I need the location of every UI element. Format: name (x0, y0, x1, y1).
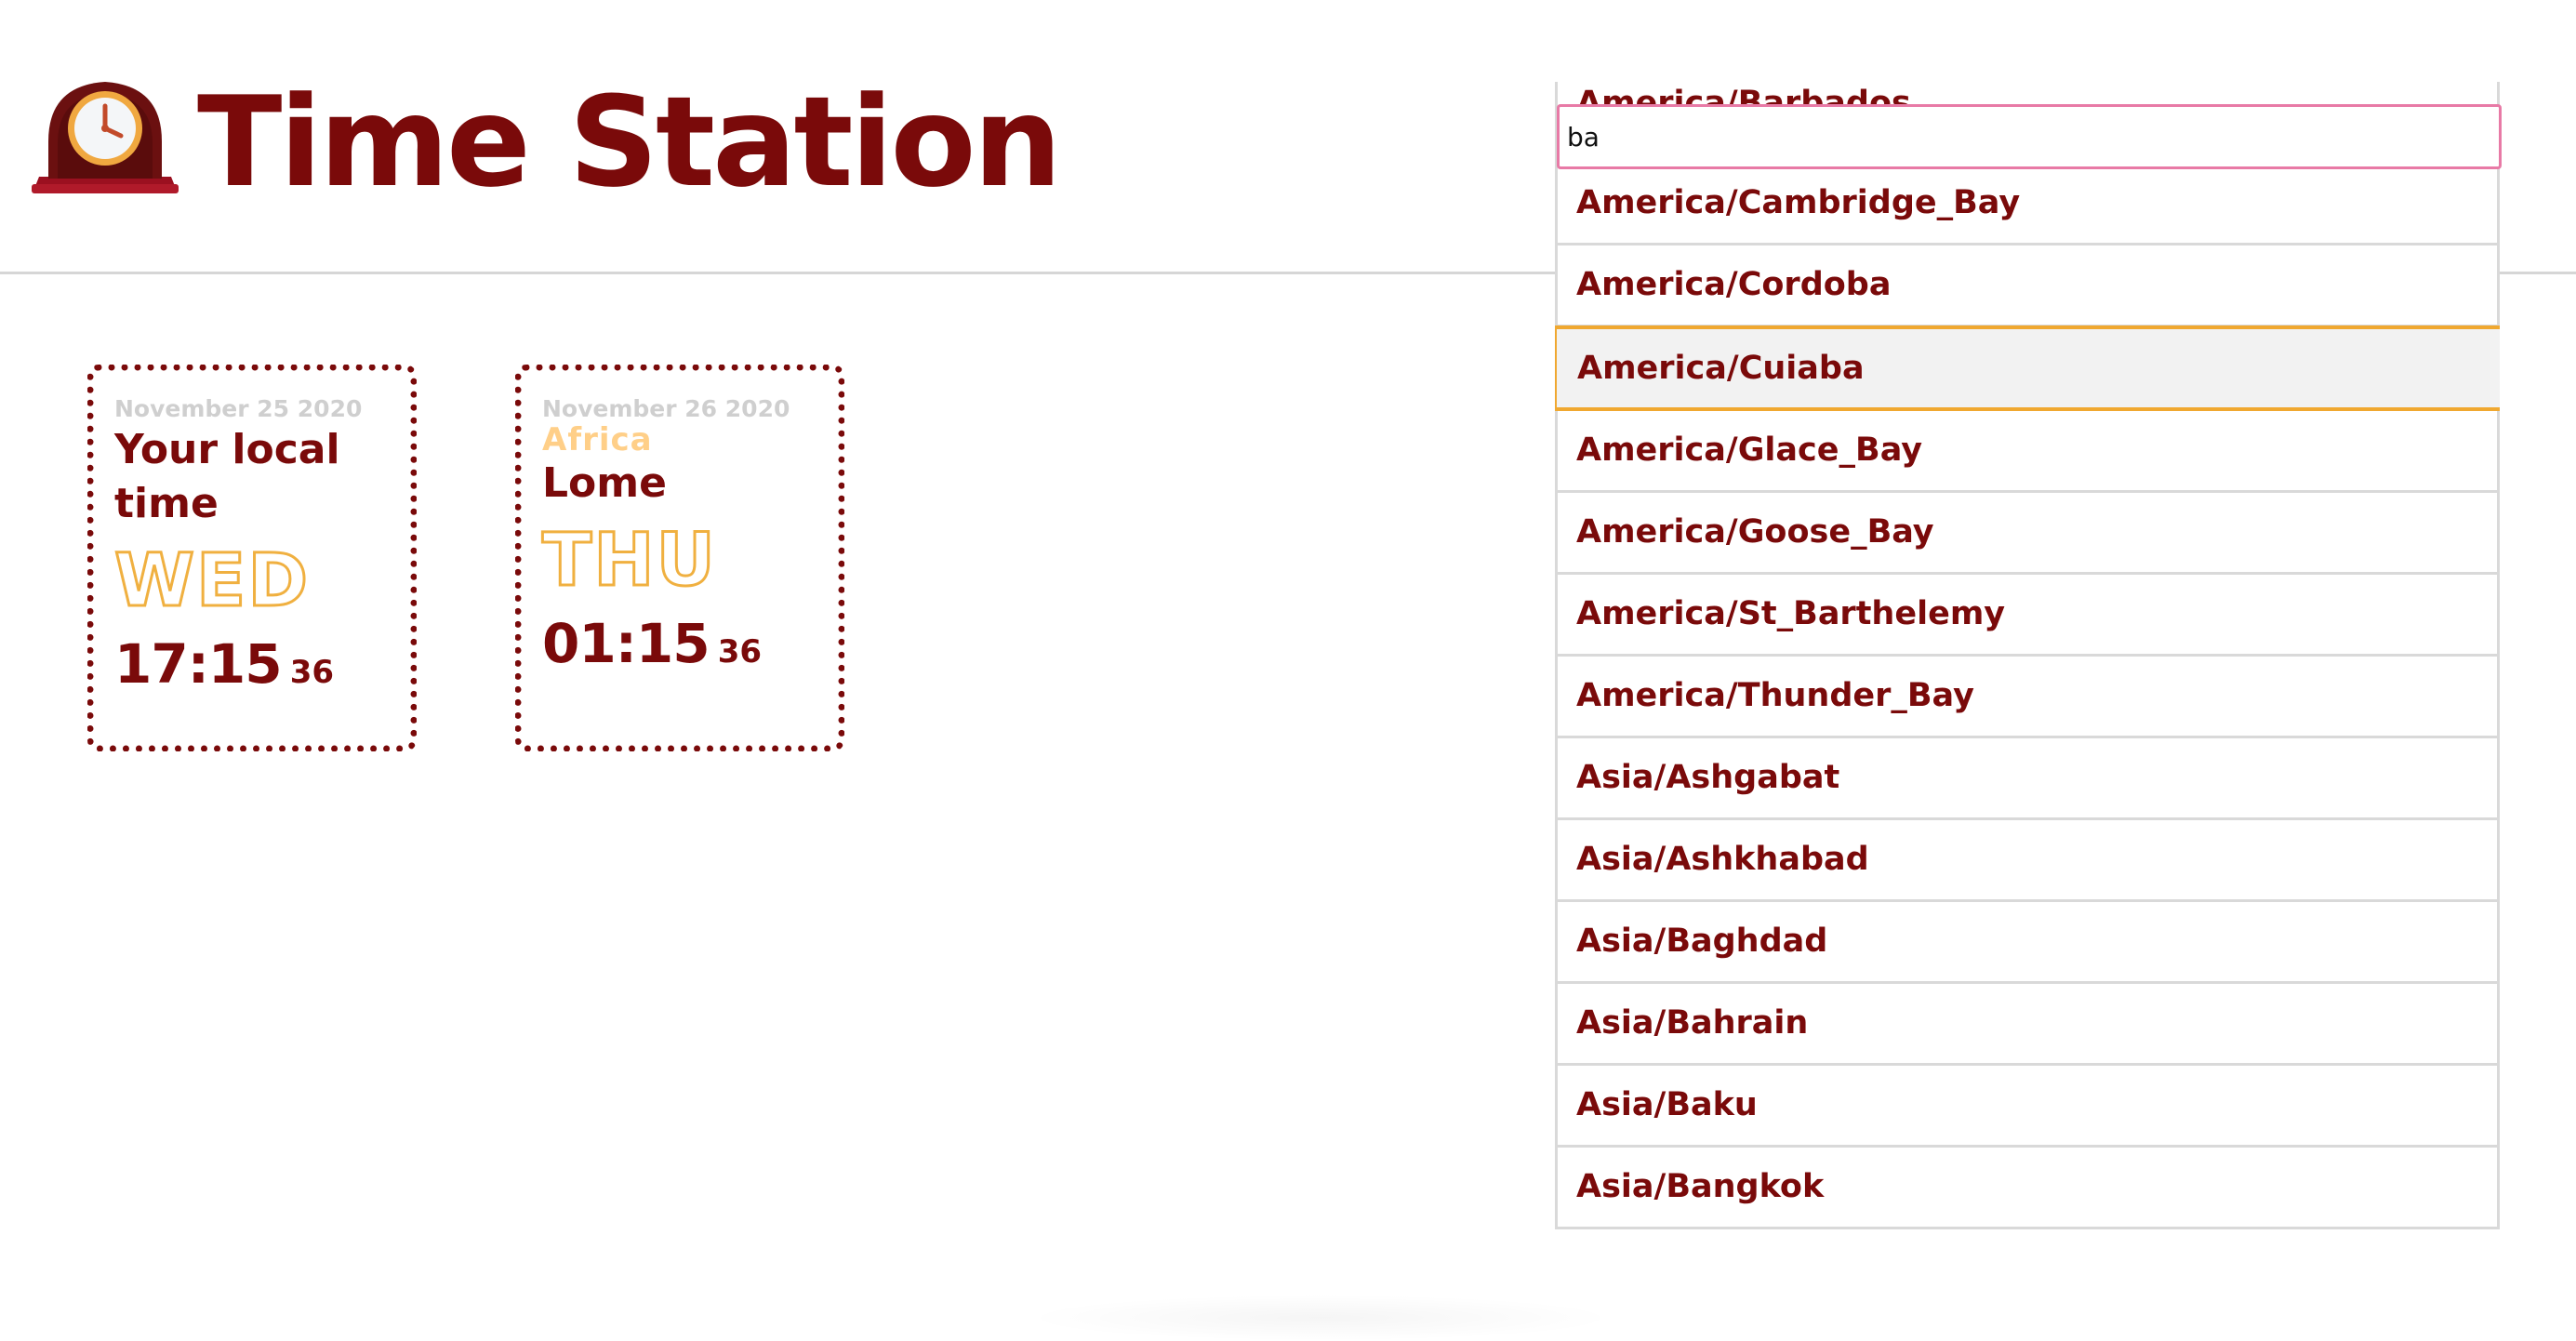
card-date: November 26 2020 (542, 395, 790, 422)
suggestion-item[interactable]: America/Cambridge_Bay (1555, 164, 2500, 246)
suggestion-item[interactable]: America/St_Barthelemy (1555, 575, 2500, 657)
card-time: 17:15 (114, 632, 283, 696)
suggestion-item[interactable]: Asia/Baku (1555, 1066, 2500, 1148)
suggestion-item[interactable]: America/Glace_Bay (1555, 411, 2500, 493)
suggestion-item[interactable]: Asia/Ashkhabad (1555, 820, 2500, 902)
suggestion-item[interactable]: Asia/Bangkok (1555, 1148, 2500, 1229)
suggestion-item[interactable]: America/Goose_Bay (1555, 493, 2500, 575)
card-seconds: 36 (289, 654, 335, 691)
suggestion-item[interactable]: Asia/Baghdad (1555, 902, 2500, 984)
suggestion-item[interactable]: Asia/Bahrain (1555, 984, 2500, 1066)
bottom-shadow (1023, 1295, 1618, 1341)
card-region: Africa (542, 421, 653, 458)
card-location-name: Lome (542, 459, 667, 507)
timezone-search-input[interactable] (1557, 104, 2502, 169)
card-location-name: Your local time (114, 426, 340, 527)
mantel-clock-icon (30, 76, 180, 195)
suggestions-list: America/Barbados America/Cambridge_Bay A… (1555, 82, 2500, 1229)
card-weekday: WED (113, 538, 311, 625)
suggestion-item[interactable]: America/Cordoba (1555, 246, 2500, 327)
card-seconds: 36 (717, 633, 763, 670)
suggestion-item[interactable]: America/Thunder_Bay (1555, 657, 2500, 738)
clock-card-local: November 25 2020 Your local time WED 17:… (87, 365, 417, 751)
suggestion-item[interactable]: Asia/Ashgabat (1555, 738, 2500, 820)
timezone-suggestions-dropdown[interactable]: America/Barbados America/Cambridge_Bay A… (1555, 0, 2500, 1271)
card-date: November 25 2020 (114, 395, 363, 422)
card-time-row: 17:15 36 (114, 633, 390, 695)
card-time: 01:15 (542, 612, 710, 675)
suggestion-item-highlighted[interactable]: America/Cuiaba (1555, 325, 2500, 411)
clock-card-lome: November 26 2020 Africa Lome THU 01:15 3… (515, 365, 844, 751)
card-time-row: 01:15 36 (542, 613, 817, 674)
app-title: Time Station (197, 70, 1062, 215)
card-weekday: THU (541, 518, 717, 604)
